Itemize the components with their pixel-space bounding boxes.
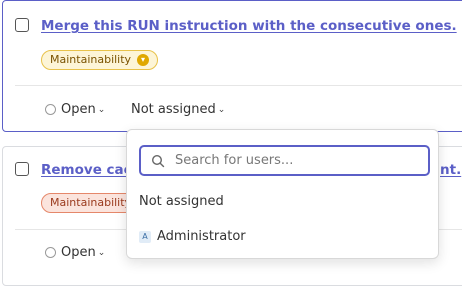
menu-item-label: Administrator: [157, 229, 246, 244]
menu-item-administrator[interactable]: A Administrator: [139, 229, 246, 244]
user-search-input[interactable]: [173, 152, 417, 169]
assignee-dropdown[interactable]: Not assigned ⌄: [131, 102, 225, 117]
divider: [15, 85, 462, 86]
status-label: Open: [61, 102, 96, 117]
maintainability-tag[interactable]: Maintainability ▾: [41, 50, 159, 70]
tag-label: Maintainability: [50, 196, 132, 209]
issue-checkbox[interactable]: [15, 18, 29, 32]
issue-checkbox[interactable]: [15, 162, 29, 176]
status-label: Open: [61, 245, 96, 260]
issue-title-link-end[interactable]: nt.: [440, 162, 461, 178]
chevron-down-icon: ⌄: [97, 247, 106, 258]
issue-title-link[interactable]: Merge this RUN instruction with the cons…: [41, 18, 457, 34]
menu-item-not-assigned[interactable]: Not assigned: [139, 194, 224, 209]
chevron-down-icon: ⌄: [217, 104, 226, 115]
issue-card: Merge this RUN instruction with the cons…: [2, 0, 462, 132]
search-icon: [151, 154, 165, 167]
tag-label: Maintainability: [50, 53, 132, 66]
chevron-down-icon: ⌄: [97, 104, 106, 115]
status-dropdown[interactable]: Open ⌄: [45, 245, 105, 260]
chevron-down-icon: ▾: [137, 54, 150, 66]
user-search-field[interactable]: [139, 145, 430, 176]
menu-item-label: Not assigned: [139, 194, 224, 209]
open-status-icon: [45, 104, 56, 115]
avatar: A: [139, 230, 151, 243]
open-status-icon: [45, 247, 56, 258]
status-dropdown[interactable]: Open ⌄: [45, 102, 105, 117]
assignee-label: Not assigned: [131, 102, 216, 117]
assignee-popover: Not assigned A Administrator: [126, 129, 439, 259]
